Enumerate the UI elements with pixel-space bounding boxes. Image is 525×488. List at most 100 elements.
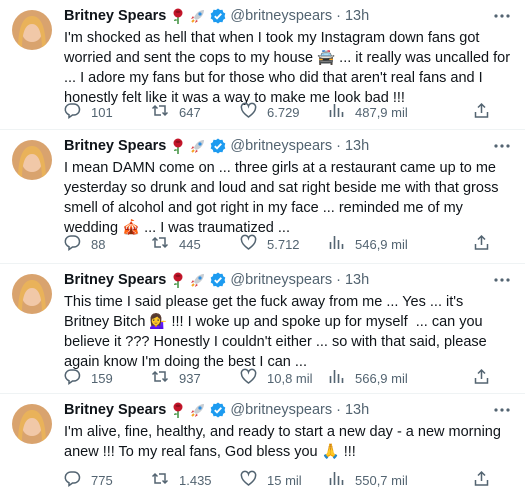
rose-icon xyxy=(171,8,185,24)
reply-button[interactable]: 101 xyxy=(64,102,151,122)
tweet-text: I mean DAMN come on ... three girls at a… xyxy=(64,160,503,236)
tweet-header: Britney Spears @britneyspears · 13h xyxy=(64,400,511,420)
author-name[interactable]: Britney Spears xyxy=(64,402,166,418)
verified-badge-icon xyxy=(210,402,226,418)
tweet[interactable]: Britney Spears @britneyspears · 13h I'm … xyxy=(0,394,525,488)
more-options-icon[interactable] xyxy=(493,138,511,154)
avatar[interactable] xyxy=(12,274,52,314)
reply-button[interactable]: 88 xyxy=(64,234,151,254)
share-button[interactable] xyxy=(473,368,490,388)
author-name[interactable]: Britney Spears xyxy=(64,8,166,24)
action-bar: 159 937 10,8 mil 566,9 mil xyxy=(64,368,504,388)
reply-count: 101 xyxy=(91,104,113,120)
author-name[interactable]: Britney Spears xyxy=(64,138,166,154)
separator-dot: · xyxy=(336,272,341,288)
like-icon xyxy=(240,234,257,254)
author-handle[interactable]: @britneyspears xyxy=(230,272,332,288)
share-icon xyxy=(473,234,490,254)
rocket-icon xyxy=(190,402,206,418)
share-button[interactable] xyxy=(473,470,490,488)
action-bar: 101 647 6.729 487,9 mil xyxy=(64,102,504,122)
tweet-header: Britney Spears @britneyspears · 13h xyxy=(64,270,511,290)
verified-badge-icon xyxy=(210,8,226,24)
retweet-button[interactable]: 647 xyxy=(151,102,240,122)
tweet-header: Britney Spears @britneyspears · 13h xyxy=(64,136,511,156)
retweet-icon xyxy=(151,368,169,388)
share-button[interactable] xyxy=(473,102,490,122)
like-button[interactable]: 5.712 xyxy=(240,234,328,254)
share-button[interactable] xyxy=(473,234,490,254)
rose-icon xyxy=(171,272,185,288)
views-button[interactable]: 546,9 mil xyxy=(328,234,438,254)
views-count: 546,9 mil xyxy=(355,236,408,252)
views-button[interactable]: 566,9 mil xyxy=(328,368,438,388)
retweet-button[interactable]: 1.435 xyxy=(151,470,240,488)
author-handle[interactable]: @britneyspears xyxy=(230,8,332,24)
reply-button[interactable]: 775 xyxy=(64,470,151,488)
separator-dot: · xyxy=(336,138,341,154)
views-icon xyxy=(328,470,345,488)
like-button[interactable]: 10,8 mil xyxy=(240,368,328,388)
action-bar: 88 445 5.712 546,9 mil xyxy=(64,234,504,254)
author-handle[interactable]: @britneyspears xyxy=(230,138,332,154)
like-count: 6.729 xyxy=(267,104,300,120)
tweet-text: This time I said please get the fuck awa… xyxy=(64,294,491,370)
tweet-header: Britney Spears @britneyspears · 13h xyxy=(64,6,511,26)
retweet-button[interactable]: 937 xyxy=(151,368,240,388)
retweet-count: 937 xyxy=(179,370,201,386)
like-count: 5.712 xyxy=(267,236,300,252)
like-icon xyxy=(240,470,257,488)
retweet-count: 1.435 xyxy=(179,472,212,488)
separator-dot: · xyxy=(336,402,341,418)
rocket-icon xyxy=(190,138,206,154)
views-button[interactable]: 487,9 mil xyxy=(328,102,438,122)
like-count: 15 mil xyxy=(267,472,302,488)
tweet-text: I'm alive, fine, healthy, and ready to s… xyxy=(64,424,505,460)
action-bar: 775 1.435 15 mil 550,7 mil xyxy=(64,470,504,488)
retweet-count: 445 xyxy=(179,236,201,252)
retweet-button[interactable]: 445 xyxy=(151,234,240,254)
reply-icon xyxy=(64,102,81,122)
avatar[interactable] xyxy=(12,404,52,444)
views-count: 550,7 mil xyxy=(355,472,408,488)
like-icon xyxy=(240,368,257,388)
tweet-feed: Britney Spears @britneyspears · 13h I'm … xyxy=(0,0,525,488)
avatar[interactable] xyxy=(12,140,52,180)
timestamp[interactable]: 13h xyxy=(345,402,369,418)
timestamp[interactable]: 13h xyxy=(345,8,369,24)
share-icon xyxy=(473,368,490,388)
share-icon xyxy=(473,102,490,122)
more-options-icon[interactable] xyxy=(493,8,511,24)
reply-count: 88 xyxy=(91,236,106,252)
tweet-text: I'm shocked as hell that when I took my … xyxy=(64,30,515,106)
reply-button[interactable]: 159 xyxy=(64,368,151,388)
timestamp[interactable]: 13h xyxy=(345,138,369,154)
views-button[interactable]: 550,7 mil xyxy=(328,470,438,488)
retweet-icon xyxy=(151,470,169,488)
like-button[interactable]: 15 mil xyxy=(240,470,328,488)
more-options-icon[interactable] xyxy=(493,402,511,418)
views-icon xyxy=(328,368,345,388)
reply-count: 775 xyxy=(91,472,113,488)
reply-icon xyxy=(64,234,81,254)
verified-badge-icon xyxy=(210,138,226,154)
timestamp[interactable]: 13h xyxy=(345,272,369,288)
like-icon xyxy=(240,102,257,122)
reply-icon xyxy=(64,470,81,488)
author-handle[interactable]: @britneyspears xyxy=(230,402,332,418)
like-count: 10,8 mil xyxy=(267,370,313,386)
reply-count: 159 xyxy=(91,370,113,386)
rocket-icon xyxy=(190,8,206,24)
views-icon xyxy=(328,234,345,254)
like-button[interactable]: 6.729 xyxy=(240,102,328,122)
tweet[interactable]: Britney Spears @britneyspears · 13h I me… xyxy=(0,130,525,264)
author-name[interactable]: Britney Spears xyxy=(64,272,166,288)
separator-dot: · xyxy=(336,8,341,24)
share-icon xyxy=(473,470,490,488)
more-options-icon[interactable] xyxy=(493,272,511,288)
tweet[interactable]: Britney Spears @britneyspears · 13h I'm … xyxy=(0,0,525,130)
retweet-icon xyxy=(151,234,169,254)
tweet[interactable]: Britney Spears @britneyspears · 13h This… xyxy=(0,264,525,394)
avatar[interactable] xyxy=(12,10,52,50)
views-count: 566,9 mil xyxy=(355,370,408,386)
